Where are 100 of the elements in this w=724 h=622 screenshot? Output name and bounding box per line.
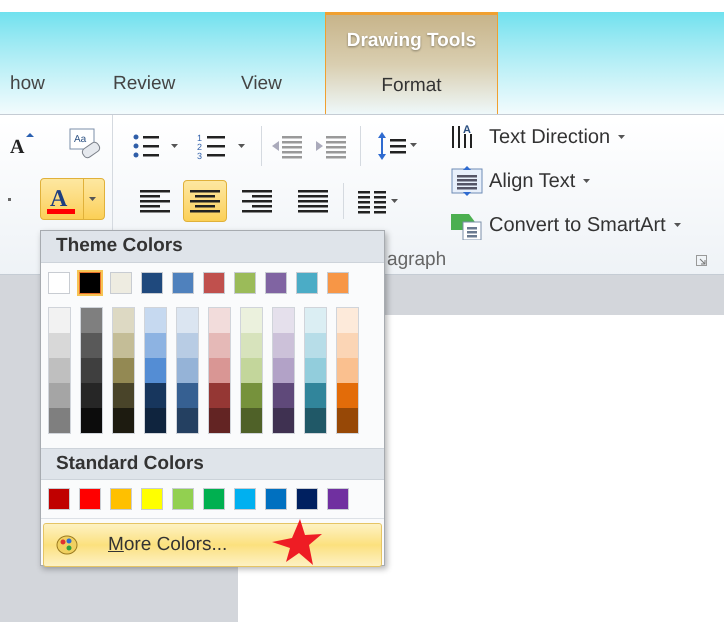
color-swatch[interactable] <box>305 383 326 408</box>
decrease-indent-icon[interactable] <box>272 133 304 159</box>
color-swatch[interactable] <box>209 333 230 358</box>
align-text-button[interactable]: Align Text <box>451 162 682 200</box>
color-swatch[interactable] <box>337 308 358 333</box>
color-swatch[interactable] <box>79 272 101 294</box>
more-colors-menu-item[interactable]: More Colors... <box>43 523 382 567</box>
align-left-icon <box>140 188 170 214</box>
color-swatch[interactable] <box>49 308 70 333</box>
color-swatch[interactable] <box>177 333 198 358</box>
increase-indent-icon[interactable] <box>316 133 348 159</box>
color-swatch[interactable] <box>209 358 230 383</box>
menu-section-header: Standard Colors <box>41 448 384 480</box>
color-swatch[interactable] <box>177 308 198 333</box>
color-swatch[interactable] <box>145 333 166 358</box>
color-swatch[interactable] <box>234 488 256 510</box>
color-swatch[interactable] <box>49 333 70 358</box>
color-swatch[interactable] <box>305 358 326 383</box>
columns-icon[interactable] <box>358 188 400 214</box>
color-swatch[interactable] <box>49 358 70 383</box>
color-swatch[interactable] <box>265 272 287 294</box>
color-swatch[interactable] <box>113 358 134 383</box>
ribbon-tab[interactable]: Format <box>381 72 442 100</box>
color-swatch[interactable] <box>273 358 294 383</box>
color-swatch[interactable] <box>241 383 262 408</box>
star-marker <box>272 519 322 565</box>
color-swatch[interactable] <box>337 383 358 408</box>
color-swatch[interactable] <box>81 333 102 358</box>
color-swatch[interactable] <box>203 488 225 510</box>
color-swatch[interactable] <box>81 383 102 408</box>
color-swatch[interactable] <box>241 308 262 333</box>
color-swatch[interactable] <box>48 272 70 294</box>
align-center-button[interactable] <box>183 180 227 222</box>
ribbon-tab[interactable]: Review <box>113 70 176 98</box>
color-swatch[interactable] <box>141 272 163 294</box>
color-swatch[interactable] <box>209 383 230 408</box>
color-swatch[interactable] <box>113 383 134 408</box>
color-swatch[interactable] <box>327 272 349 294</box>
color-swatch[interactable] <box>145 308 166 333</box>
smartart-button[interactable]: Convert to SmartArt <box>451 206 682 244</box>
color-swatch[interactable] <box>177 383 198 408</box>
color-swatch[interactable] <box>145 383 166 408</box>
color-swatch[interactable] <box>305 333 326 358</box>
color-swatch[interactable] <box>327 488 349 510</box>
color-swatch[interactable] <box>145 358 166 383</box>
menu-section-header: Theme Colors <box>41 231 384 263</box>
color-swatch[interactable] <box>81 358 102 383</box>
color-swatch[interactable] <box>234 272 256 294</box>
color-swatch[interactable] <box>273 408 294 433</box>
color-swatch[interactable] <box>48 488 70 510</box>
text-direction-button[interactable]: A Text Direction <box>451 118 682 156</box>
bullet-list-icon[interactable] <box>133 133 179 159</box>
color-swatch[interactable] <box>273 333 294 358</box>
color-swatch[interactable] <box>113 408 134 433</box>
color-swatch[interactable] <box>177 408 198 433</box>
ribbon-tab[interactable]: how <box>10 70 45 98</box>
color-swatch[interactable] <box>113 333 134 358</box>
align-right-icon <box>242 188 272 214</box>
color-swatch[interactable] <box>209 408 230 433</box>
color-swatch[interactable] <box>113 308 134 333</box>
color-swatch[interactable] <box>305 408 326 433</box>
color-swatch[interactable] <box>172 272 194 294</box>
color-swatch[interactable] <box>273 308 294 333</box>
color-swatch[interactable] <box>209 308 230 333</box>
color-swatch[interactable] <box>49 408 70 433</box>
color-swatch[interactable] <box>273 383 294 408</box>
color-swatch[interactable] <box>49 383 70 408</box>
caret-icon <box>618 134 626 140</box>
color-swatch[interactable] <box>337 358 358 383</box>
color-swatch[interactable] <box>241 408 262 433</box>
palette-icon <box>56 535 78 555</box>
color-swatch[interactable] <box>265 488 287 510</box>
color-swatch[interactable] <box>172 488 194 510</box>
color-swatch[interactable] <box>79 488 101 510</box>
color-swatch[interactable] <box>141 488 163 510</box>
more-colors-label: More Colors... <box>108 532 228 557</box>
color-swatch[interactable] <box>296 488 318 510</box>
color-swatch[interactable] <box>81 308 102 333</box>
contextual-tab-title: Drawing Tools <box>346 29 476 53</box>
group-label: agraph <box>387 248 446 272</box>
dialog-launcher-icon[interactable] <box>696 254 708 266</box>
caret-icon <box>583 178 592 184</box>
color-swatch[interactable] <box>203 272 225 294</box>
color-swatch[interactable] <box>177 358 198 383</box>
color-swatch[interactable] <box>305 308 326 333</box>
color-swatch[interactable] <box>110 272 132 294</box>
color-swatch[interactable] <box>337 333 358 358</box>
caret-icon <box>674 222 682 228</box>
color-swatch[interactable] <box>241 358 262 383</box>
font-color-button[interactable]: A <box>40 178 105 220</box>
color-swatch[interactable] <box>241 333 262 358</box>
ribbon-tab[interactable]: View <box>241 70 282 98</box>
color-swatch[interactable] <box>337 408 358 433</box>
color-swatch[interactable] <box>296 272 318 294</box>
color-swatch[interactable] <box>110 488 132 510</box>
align-center-icon <box>190 188 220 214</box>
color-swatch[interactable] <box>145 408 166 433</box>
caret-icon <box>89 196 97 202</box>
color-swatch[interactable] <box>81 408 102 433</box>
align-justify-icon <box>298 188 328 214</box>
